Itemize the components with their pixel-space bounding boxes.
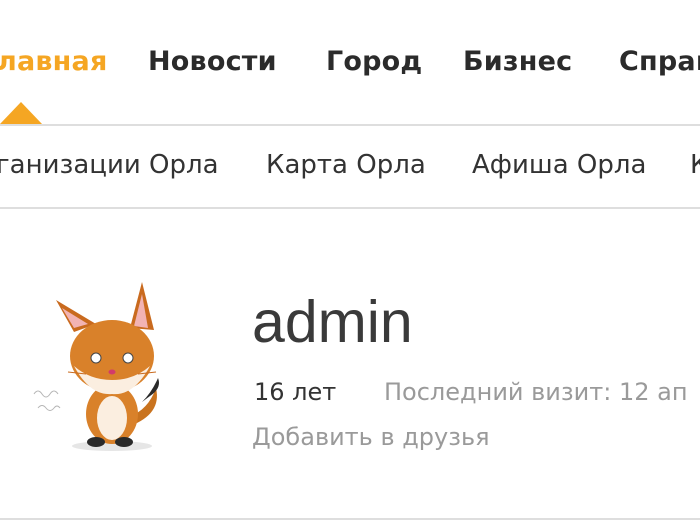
- nav-item-reference[interactable]: Справ: [619, 46, 700, 77]
- profile-last-visit: Последний визит: 12 ап: [384, 378, 688, 406]
- subnav-item-afisha[interactable]: Афиша Орла: [472, 150, 646, 180]
- avatar: [30, 276, 170, 456]
- subnav-divider: [0, 207, 700, 209]
- main-navigation: лавная Новости Город Бизнес Справ: [0, 0, 700, 124]
- fox-avatar-icon: [33, 282, 159, 451]
- nav-item-business[interactable]: Бизнес: [463, 46, 572, 77]
- add-friend-link[interactable]: Добавить в друзья: [252, 423, 490, 451]
- nav-divider: [0, 124, 700, 126]
- nav-item-city[interactable]: Город: [326, 46, 422, 77]
- subnav-item-map[interactable]: Карта Орла: [266, 150, 426, 180]
- profile-divider: [0, 518, 700, 520]
- profile-age: 16 лет: [254, 378, 337, 406]
- nav-item-home[interactable]: лавная: [0, 46, 108, 77]
- profile-username: admin: [252, 289, 413, 355]
- active-nav-indicator: [0, 102, 42, 124]
- subnav-item-organizations[interactable]: ганизации Орла: [0, 150, 219, 180]
- subnav-item-more[interactable]: К: [690, 150, 700, 180]
- nav-item-news[interactable]: Новости: [148, 46, 277, 77]
